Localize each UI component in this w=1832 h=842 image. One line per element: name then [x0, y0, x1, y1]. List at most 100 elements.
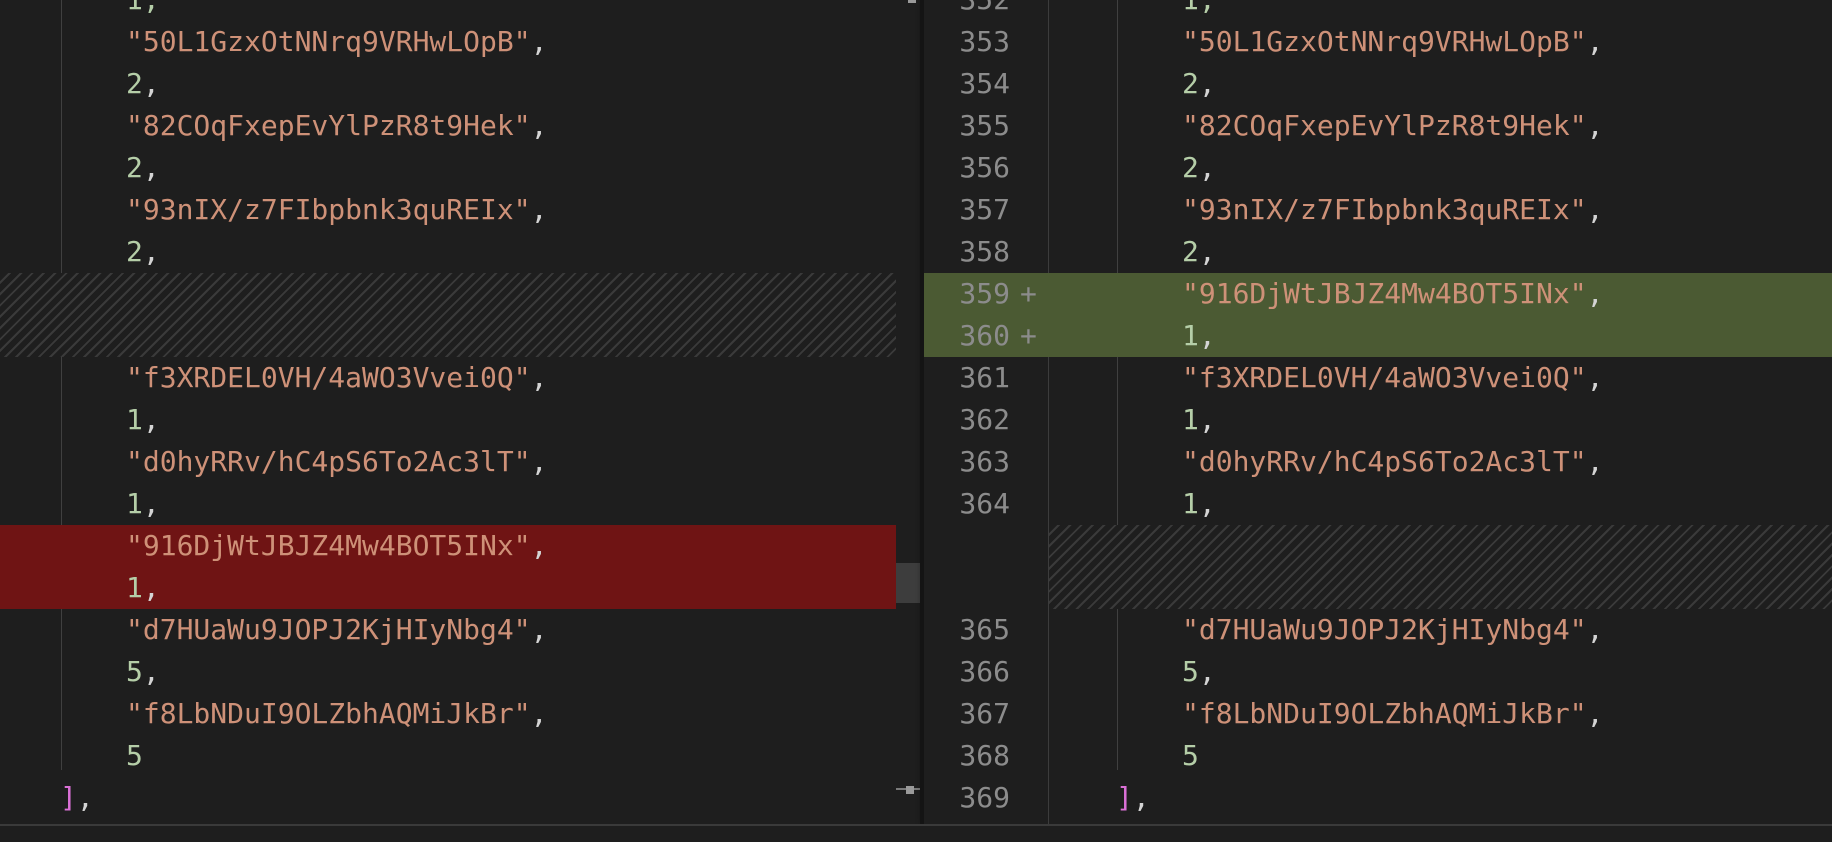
number-literal-line: 1,: [1182, 483, 1216, 525]
number-literal: 1: [126, 571, 143, 604]
string-literal-line: "f3XRDEL0VH/4aWO3Vvei0Q",: [1182, 357, 1603, 399]
code-line[interactable]: 2,: [0, 147, 896, 189]
string-literal-line: "93nIX/z7FIbpbnk3quREIx",: [1182, 189, 1603, 231]
string-literal-line: "82COqFxepEvYlPzR8t9Hek",: [126, 105, 547, 147]
code-line[interactable]: 5: [0, 735, 896, 777]
number-literal-line: 5,: [126, 651, 160, 693]
comma: ,: [1586, 613, 1604, 646]
number-literal-line: 1,: [126, 567, 160, 609]
comma: ,: [142, 151, 160, 184]
code-line[interactable]: 364 1,: [924, 483, 1832, 525]
removed-line[interactable]: 1,: [0, 567, 896, 609]
code-line[interactable]: 356 2,: [924, 147, 1832, 189]
code-line[interactable]: "93nIX/z7FIbpbnk3quREIx",: [0, 189, 896, 231]
line-number: 363: [959, 445, 1010, 478]
code-line[interactable]: 368 5: [924, 735, 1832, 777]
code-line[interactable]: "f3XRDEL0VH/4aWO3Vvei0Q",: [0, 357, 896, 399]
code-line[interactable]: 366 5,: [924, 651, 1832, 693]
code-line[interactable]: 361 "f3XRDEL0VH/4aWO3Vvei0Q",: [924, 357, 1832, 399]
line-number: 360: [959, 319, 1010, 352]
string-literal: "82COqFxepEvYlPzR8t9Hek": [1182, 109, 1587, 142]
line-number: 356: [959, 151, 1010, 184]
number-literal-line: 1,: [1182, 315, 1216, 357]
string-literal: "916DjWtJBJZ4Mw4BOT5INx": [126, 529, 531, 562]
number-literal-line: 1,: [126, 483, 160, 525]
number-literal: 2: [126, 67, 143, 100]
code-line[interactable]: 2,: [0, 63, 896, 105]
comma: ,: [142, 403, 160, 436]
string-literal: "f8LbNDuI9OLZbhAQMiJkBr": [126, 697, 531, 730]
code-line[interactable]: 357 "93nIX/z7FIbpbnk3quREIx",: [924, 189, 1832, 231]
added-line[interactable]: 359 + "916DjWtJBJZ4Mw4BOT5INx",: [924, 273, 1832, 315]
number-literal: 1,: [1182, 0, 1216, 21]
code-line[interactable]: 1,: [0, 399, 896, 441]
string-literal: "82COqFxepEvYlPzR8t9Hek": [126, 109, 531, 142]
line-number: 367: [959, 697, 1010, 730]
line-number: 362: [959, 403, 1010, 436]
line-number: 365: [959, 613, 1010, 646]
comma: ,: [1198, 235, 1216, 268]
comma: ,: [530, 445, 548, 478]
line-number: 364: [959, 487, 1010, 520]
modified-editor-pane[interactable]: 3521,353"50L1GzxOtNNrq9VRHwLOpB",3542,35…: [924, 0, 1832, 824]
number-literal: 5: [126, 739, 143, 772]
code-line[interactable]: 363 "d0hyRRv/hC4pS6To2Ac3lT",: [924, 441, 1832, 483]
code-line[interactable]: 2,: [0, 231, 896, 273]
line-number: 369: [959, 781, 1010, 814]
code-line[interactable]: "d7HUaWu9JOPJ2KjHIyNbg4",: [0, 609, 896, 651]
code-line[interactable]: 369],: [924, 777, 1832, 819]
code-line[interactable]: ],: [0, 777, 896, 819]
comma: ,: [1586, 109, 1604, 142]
comma: ,: [1198, 319, 1216, 352]
code-line[interactable]: 5,: [0, 651, 896, 693]
string-literal-line: "916DjWtJBJZ4Mw4BOT5INx",: [1182, 273, 1603, 315]
number-literal: 1: [126, 487, 143, 520]
number-literal-line: 2,: [1182, 63, 1216, 105]
added-line[interactable]: 360 +1,: [924, 315, 1832, 357]
removed-line[interactable]: "916DjWtJBJZ4Mw4BOT5INx",: [0, 525, 896, 567]
number-literal-line: 2,: [1182, 147, 1216, 189]
code-line[interactable]: 367 "f8LbNDuI9OLZbhAQMiJkBr",: [924, 693, 1832, 735]
comma: ,: [1586, 697, 1604, 730]
code-line[interactable]: 355 "82COqFxepEvYlPzR8t9Hek",: [924, 105, 1832, 147]
number-literal: 5: [1182, 739, 1199, 772]
code-line[interactable]: "d0hyRRv/hC4pS6To2Ac3lT",: [0, 441, 896, 483]
code-line[interactable]: "50L1GzxOtNNrq9VRHwLOpB",: [0, 21, 896, 63]
string-literal-line: "d0hyRRv/hC4pS6To2Ac3lT",: [126, 441, 547, 483]
string-literal: "d7HUaWu9JOPJ2KjHIyNbg4": [126, 613, 531, 646]
string-literal-line: "d7HUaWu9JOPJ2KjHIyNbg4",: [1182, 609, 1603, 651]
horizontal-scrollbar[interactable]: [0, 824, 1832, 842]
string-literal: "f3XRDEL0VH/4aWO3Vvei0Q": [1182, 361, 1587, 394]
number-literal-line: 5: [126, 735, 143, 777]
number-literal: 1: [126, 403, 143, 436]
line-number: 359: [959, 277, 1010, 310]
original-editor-pane[interactable]: 1,"50L1GzxOtNNrq9VRHwLOpB",2,"82COqFxepE…: [0, 0, 896, 824]
number-literal-line: 2,: [126, 63, 160, 105]
code-line[interactable]: 358 2,: [924, 231, 1832, 273]
comma: ,: [1198, 67, 1216, 100]
string-literal: "93nIX/z7FIbpbnk3quREIx": [1182, 193, 1587, 226]
number-literal: 1: [1182, 319, 1199, 352]
comma: ,: [142, 571, 160, 604]
number-literal: 5: [126, 655, 143, 688]
code-line[interactable]: 353 "50L1GzxOtNNrq9VRHwLOpB",: [924, 21, 1832, 63]
closing-bracket-line: ],: [1116, 777, 1150, 819]
comma: ,: [142, 487, 160, 520]
number-literal-line: 2,: [1182, 231, 1216, 273]
string-literal: "916DjWtJBJZ4Mw4BOT5INx": [1182, 277, 1587, 310]
closing-bracket-line: ],: [60, 777, 94, 819]
number-literal-line: 1,: [1182, 399, 1216, 441]
string-literal: "93nIX/z7FIbpbnk3quREIx": [126, 193, 531, 226]
code-line[interactable]: 365 "d7HUaWu9JOPJ2KjHIyNbg4",: [924, 609, 1832, 651]
comma: ,: [142, 67, 160, 100]
code-line[interactable]: 1,: [0, 483, 896, 525]
number-literal: 2: [1182, 151, 1199, 184]
code-line[interactable]: "f8LbNDuI9OLZbhAQMiJkBr",: [0, 693, 896, 735]
string-literal-line: "f8LbNDuI9OLZbhAQMiJkBr",: [126, 693, 547, 735]
code-line[interactable]: "82COqFxepEvYlPzR8t9Hek",: [0, 105, 896, 147]
line-number: 354: [959, 67, 1010, 100]
line-number: 366: [959, 655, 1010, 688]
number-literal: 2: [1182, 235, 1199, 268]
code-line[interactable]: 354 2,: [924, 63, 1832, 105]
code-line[interactable]: 362 1,: [924, 399, 1832, 441]
